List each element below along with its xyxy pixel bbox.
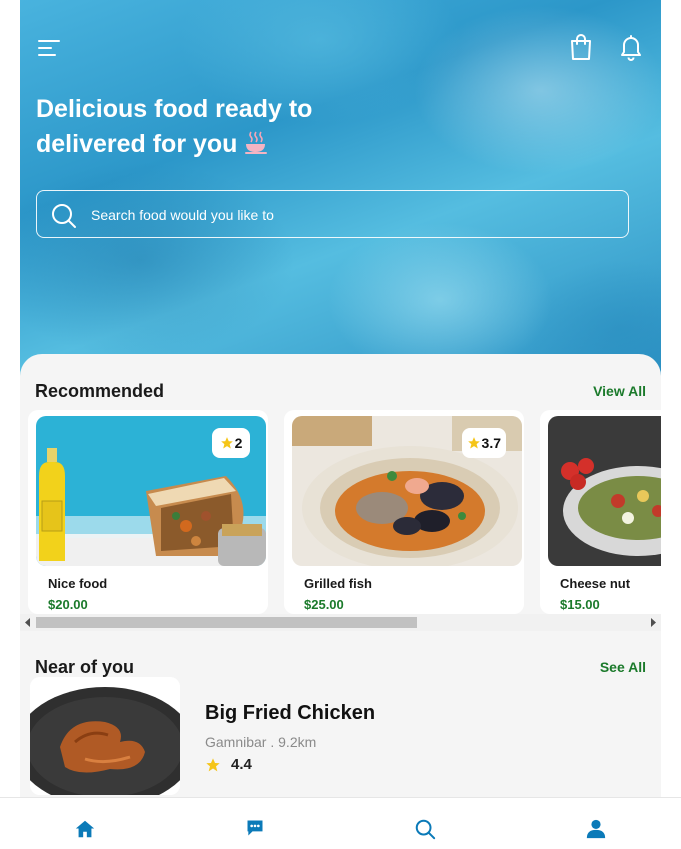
search-icon [52,204,76,228]
hot-beverage-icon [245,131,268,154]
food-price: $25.00 [304,597,344,612]
food-image-burrito: 2 [36,416,266,566]
restaurant-rating: 4.4 [205,756,252,773]
see-all-link[interactable]: See All [600,659,646,675]
search-input[interactable] [89,201,613,229]
food-name: Cheese nut [560,576,631,591]
scroll-left-icon[interactable] [24,618,32,627]
hero-banner: Delicious food ready to delivered for yo… [20,0,661,380]
scrollbar-thumb[interactable] [36,617,417,628]
rating-badge: 2 [212,428,250,458]
scroll-right-icon[interactable] [649,618,657,627]
star-icon [220,437,233,449]
recommended-title: Recommended [35,381,165,401]
food-card[interactable]: 2 Nice food $20.00 [28,410,268,614]
food-image-salad [548,416,661,566]
food-name: Nice food [48,576,108,591]
menu-icon[interactable] [38,38,62,58]
view-all-link[interactable]: View All [593,383,646,399]
recommended-carousel[interactable]: 2 Nice food $20.00 3.7 Grilled fish $25.… [28,410,661,614]
home-icon[interactable] [74,818,96,840]
near-item-image [30,677,180,795]
rating-value: 2 [234,435,243,451]
near-restaurant-item[interactable]: Big Fried Chicken Gamnibar . 9.2km 4.4 [20,677,661,795]
rating-badge: 3.7 [461,428,506,458]
near-title: Near of you [35,657,135,677]
app-screen: Delicious food ready to delivered for yo… [20,0,661,848]
restaurant-name: Big Fried Chicken [205,702,376,724]
star-icon [467,437,480,449]
title-line-1: Delicious food ready to [36,95,313,123]
food-card[interactable]: Cheese nut $15.00 [540,410,661,614]
search-icon[interactable] [414,818,436,840]
rating-value: 4.4 [231,756,252,773]
food-price: $15.00 [560,597,600,612]
food-image-seafood: 3.7 [292,416,522,566]
search-bar[interactable] [36,190,629,238]
page-title: Delicious food ready to delivered for yo… [36,92,396,162]
food-card[interactable]: 3.7 Grilled fish $25.00 [284,410,524,614]
food-price: $20.00 [48,597,88,612]
restaurant-meta: Gamnibar . 9.2km [205,734,317,750]
shopping-bag-icon[interactable] [569,33,593,61]
bottom-navigation [0,797,681,849]
profile-icon[interactable] [585,818,607,840]
food-name: Grilled fish [304,576,372,591]
rating-value: 3.7 [481,435,501,451]
star-icon [206,757,220,771]
bell-icon[interactable] [619,33,643,61]
title-line-2: delivered for you [36,127,396,162]
horizontal-scrollbar[interactable] [20,614,661,631]
content-sheet: Recommended View All 2 Nice food $20.00 … [20,354,661,848]
chat-icon[interactable] [245,818,265,838]
